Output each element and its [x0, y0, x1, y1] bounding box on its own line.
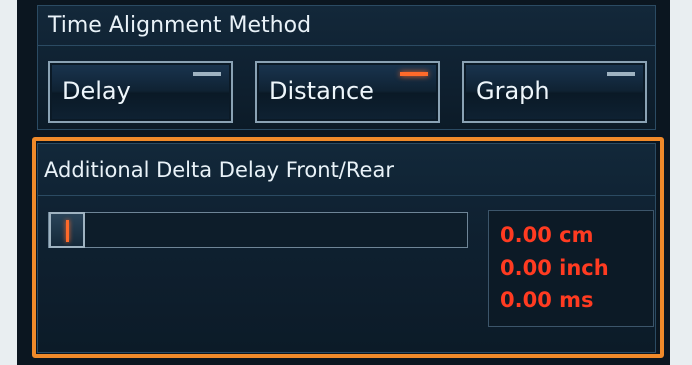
tab-distance[interactable]: Distance	[255, 61, 440, 123]
slider-thumb-marker	[66, 220, 69, 242]
readout-inch: 0.00 inch	[500, 256, 609, 280]
tab-distance-label: Distance	[269, 77, 374, 105]
time-alignment-tabs: Delay Distance Graph	[38, 61, 655, 123]
tab-distance-indicator	[400, 72, 428, 76]
delta-delay-title: Additional Delta Delay Front/Rear	[38, 144, 655, 196]
tab-graph-indicator	[607, 72, 635, 76]
slider-thumb[interactable]	[49, 212, 85, 248]
tab-delay-label: Delay	[62, 77, 131, 105]
tab-graph-label: Graph	[476, 77, 550, 105]
readout-cm: 0.00 cm	[500, 223, 594, 247]
time-alignment-title: Time Alignment Method	[38, 6, 655, 46]
tab-delay-indicator	[193, 72, 221, 76]
delta-delay-readout: 0.00 cm 0.00 inch 0.00 ms	[488, 210, 654, 327]
delta-delay-slider[interactable]	[48, 212, 468, 248]
time-alignment-panel: Time Alignment Method Delay Distance Gra…	[37, 5, 656, 130]
tab-delay[interactable]: Delay	[48, 61, 233, 123]
delta-delay-panel: Additional Delta Delay Front/Rear 0.00 c…	[37, 143, 656, 353]
tab-graph[interactable]: Graph	[462, 61, 647, 123]
readout-ms: 0.00 ms	[500, 288, 594, 312]
